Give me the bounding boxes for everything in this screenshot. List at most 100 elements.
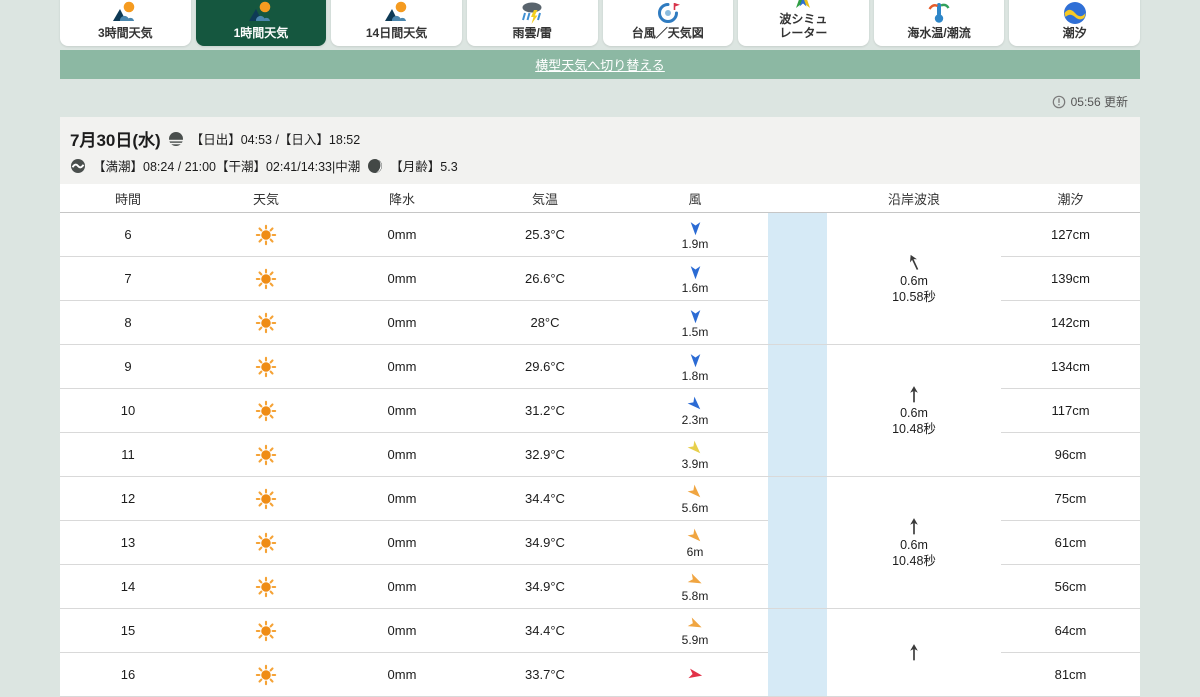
- wind-speed: 1.6m: [682, 282, 709, 294]
- wind-direction-arrow-icon: [687, 220, 704, 237]
- wind-direction-arrow-icon: [687, 396, 704, 413]
- tab-tide[interactable]: 潮汐: [1009, 0, 1140, 46]
- hour-cell: 7: [60, 257, 196, 301]
- tab-label: 海水温/潮流: [907, 27, 970, 40]
- wind-direction-arrow-icon: [687, 352, 704, 369]
- switch-to-horizontal-link[interactable]: 横型天気へ切り替える: [535, 55, 665, 74]
- wave-direction-arrow-icon: [904, 516, 924, 537]
- col-tide: 潮汐: [1001, 184, 1140, 213]
- temp-cell: 34.9°C: [468, 565, 622, 609]
- sunny-icon: [196, 345, 336, 389]
- tide-times-text: 【満潮】08:24 / 21:00【干潮】02:41/14:33|中潮: [93, 156, 360, 175]
- update-status: 05:56 更新: [60, 94, 1140, 109]
- tab-label: 14日間天気: [366, 27, 427, 40]
- wind-cell: 5.8m: [622, 565, 768, 609]
- wind-direction-arrow-icon: [687, 572, 704, 589]
- update-time-text: 05:56 更新: [1071, 93, 1128, 110]
- col-hour: 時間: [60, 184, 196, 213]
- tide-level-cell: 96cm: [1001, 433, 1140, 477]
- wind-cell: 2.3m: [622, 389, 768, 433]
- temp-cell: 25.3°C: [468, 213, 622, 257]
- col-temp: 気温: [468, 184, 622, 213]
- tab-typhoon-chart[interactable]: 台風／天気図: [603, 0, 734, 46]
- wave-height-strip: [768, 609, 827, 697]
- sunny-icon: [196, 301, 336, 345]
- wind-direction-arrow-icon: [687, 666, 704, 683]
- wind-cell: 5.6m: [622, 477, 768, 521]
- wind-speed: 5.8m: [682, 590, 709, 602]
- col-wind: 風: [622, 184, 768, 213]
- sunny-icon: [196, 389, 336, 433]
- precip-cell: 0mm: [336, 213, 468, 257]
- precip-cell: 0mm: [336, 521, 468, 565]
- tab-label: 台風／天気図: [632, 27, 704, 40]
- col-weather: 天気: [196, 184, 336, 213]
- page-container: 3時間天気1時間天気 14日間天気 雨雲/雷 台風／天気図 波シミュ レーター海水温/潮…: [60, 0, 1140, 697]
- col-wave-strip: [768, 184, 827, 213]
- wind-direction-arrow-icon: [687, 616, 704, 633]
- coastal-wave-cell: 0.6m10.58秒: [827, 213, 1001, 345]
- coastal-wave-cell: [827, 609, 1001, 697]
- sunrise-sunset-text: 【日出】04:53 /【日入】18:52: [191, 129, 361, 148]
- wave-period: 10.58秒: [892, 289, 936, 305]
- tide-level-cell: 139cm: [1001, 257, 1140, 301]
- wind-speed: 1.9m: [682, 238, 709, 250]
- hour-cell: 14: [60, 565, 196, 609]
- date-label: 7月30日(水): [70, 126, 161, 151]
- wave-period: 10.48秒: [892, 421, 936, 437]
- hour-row-15: 150mm34.4°C5.9m64cm: [60, 609, 1140, 653]
- hour-cell: 16: [60, 653, 196, 697]
- wind-cell: 1.9m: [622, 213, 768, 257]
- wind-cell: 1.6m: [622, 257, 768, 301]
- wind-direction-arrow-icon: [687, 484, 704, 501]
- wave-height-strip: [768, 345, 827, 477]
- wind-cell: [622, 653, 768, 697]
- wind-cell: 1.5m: [622, 301, 768, 345]
- wave-direction-arrow-icon: [904, 252, 924, 273]
- moon-age-icon: [367, 158, 383, 174]
- wave-height-strip: [768, 477, 827, 609]
- tab-14day[interactable]: 14日間天気: [331, 0, 462, 46]
- typhoon-icon: [655, 0, 681, 26]
- wind-cell: 1.8m: [622, 345, 768, 389]
- tide-wave-icon: [70, 158, 86, 174]
- tide-level-cell: 127cm: [1001, 213, 1140, 257]
- precip-cell: 0mm: [336, 389, 468, 433]
- weather-tab-bar: 3時間天気1時間天気 14日間天気 雨雲/雷 台風／天気図 波シミュ レーター海水温/潮…: [60, 0, 1140, 46]
- tab-1hour[interactable]: 1時間天気: [196, 0, 327, 46]
- wind-speed: 1.8m: [682, 370, 709, 382]
- tide-level-cell: 142cm: [1001, 301, 1140, 345]
- coastal-wave-cell: 0.6m10.48秒: [827, 345, 1001, 477]
- temp-cell: 32.9°C: [468, 433, 622, 477]
- sunny-icon: [196, 653, 336, 697]
- temp-cell: 34.4°C: [468, 477, 622, 521]
- hour-cell: 15: [60, 609, 196, 653]
- tab-sea-temp-current[interactable]: 海水温/潮流: [874, 0, 1005, 46]
- temp-cell: 34.9°C: [468, 521, 622, 565]
- wind-cell: 3.9m: [622, 433, 768, 477]
- temp-cell: 28°C: [468, 301, 622, 345]
- sea-temp-icon: [926, 0, 952, 26]
- tide-level-cell: 56cm: [1001, 565, 1140, 609]
- tab-3hour[interactable]: 3時間天気: [60, 0, 191, 46]
- sunny-icon: [196, 213, 336, 257]
- sunny-icon: [196, 257, 336, 301]
- tab-wave-simulator[interactable]: 波シミュ レーター: [738, 0, 869, 46]
- wave-sim-icon: [790, 0, 816, 12]
- hour-cell: 6: [60, 213, 196, 257]
- moon-age-text: 【月齢】5.3: [390, 156, 457, 175]
- col-coastal-wave: 沿岸波浪: [827, 184, 1001, 213]
- precip-cell: 0mm: [336, 477, 468, 521]
- wave-height: 0.6m: [900, 537, 928, 553]
- tide-level-cell: 81cm: [1001, 653, 1140, 697]
- wind-direction-arrow-icon: [687, 440, 704, 457]
- sunrise-sunset-icon: [168, 131, 184, 147]
- sunny-icon: [196, 433, 336, 477]
- hour-cell: 8: [60, 301, 196, 345]
- hour-row-9: 90mm29.6°C1.8m0.6m10.48秒134cm: [60, 345, 1140, 389]
- tab-raincloud-lightning[interactable]: 雨雲/雷: [467, 0, 598, 46]
- wave-height: 0.6m: [900, 273, 928, 289]
- tab-label: 潮汐: [1063, 27, 1087, 40]
- tab-label: 雨雲/雷: [513, 27, 552, 40]
- hour-cell: 12: [60, 477, 196, 521]
